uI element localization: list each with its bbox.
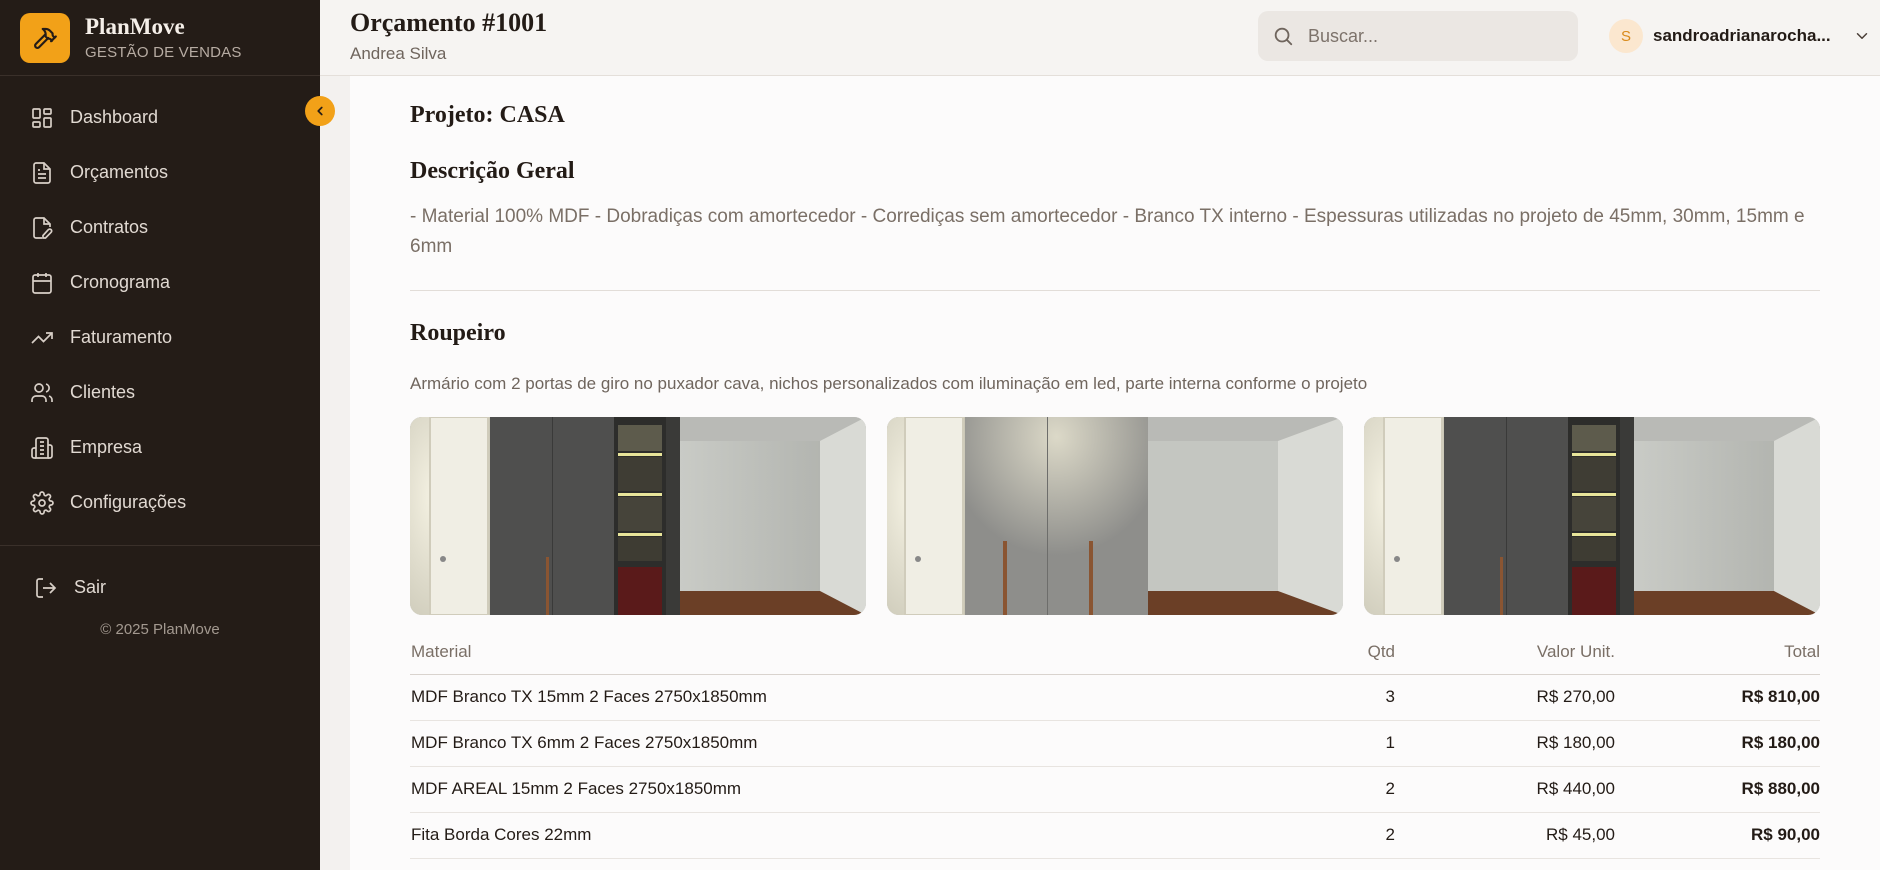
sidebar-nav: Dashboard Orçamentos Contratos Cronogram… bbox=[0, 76, 320, 530]
sidebar-item-dashboard[interactable]: Dashboard bbox=[0, 90, 320, 145]
dashboard-icon bbox=[32, 107, 52, 128]
copyright: © 2025 PlanMove bbox=[100, 621, 220, 638]
material-cell: MDF AREAL 15mm 2 Faces 2750x1850mm bbox=[410, 766, 1275, 813]
gear-icon bbox=[30, 490, 54, 515]
sidebar-item-label: Empresa bbox=[70, 437, 143, 457]
unit-price-cell: R$ 180,00 bbox=[1395, 720, 1615, 767]
qtd-cell: 3 bbox=[1275, 674, 1395, 721]
sidebar-item-clientes[interactable]: Clientes bbox=[0, 365, 320, 420]
contract-edit-icon bbox=[33, 216, 53, 239]
users-icon bbox=[31, 382, 53, 402]
qtd-cell: 1 bbox=[1275, 720, 1395, 767]
unit-price-cell: R$ 45,00 bbox=[1395, 812, 1615, 859]
qtd-cell: 2 bbox=[1275, 812, 1395, 859]
document-icon bbox=[33, 161, 51, 184]
column-header-unit-price: Valor Unit. bbox=[1395, 631, 1615, 675]
sidebar-item-label: Faturamento bbox=[70, 327, 173, 347]
item-title: Roupeiro bbox=[410, 320, 506, 346]
total-cell: R$ 880,00 bbox=[1615, 766, 1820, 813]
user-menu[interactable]: S sandroadrianarocha... bbox=[1609, 18, 1871, 54]
sidebar-item-label: Contratos bbox=[70, 217, 149, 237]
avatar: S bbox=[1609, 19, 1643, 53]
client-name: Andrea Silva bbox=[350, 44, 447, 63]
total-cell: R$ 90,00 bbox=[1615, 812, 1820, 859]
logout-button[interactable]: Sair bbox=[0, 560, 320, 615]
unit-price-cell: R$ 270,00 bbox=[1395, 674, 1615, 721]
general-description: - Material 100% MDF - Dobradiças com amo… bbox=[410, 206, 1805, 257]
total-cell: R$ 810,00 bbox=[1615, 674, 1820, 721]
search-input[interactable] bbox=[1308, 25, 1558, 47]
chevron-left-icon bbox=[317, 106, 323, 116]
sidebar-item-label: Orçamentos bbox=[70, 162, 169, 182]
column-header-total: Total bbox=[1615, 631, 1820, 675]
table-header-row: Material Qtd Valor Unit. Total bbox=[410, 631, 1820, 675]
sidebar-item-faturamento[interactable]: Faturamento bbox=[0, 310, 320, 365]
sidebar-item-empresa[interactable]: Empresa bbox=[0, 420, 320, 475]
item-description: Armário com 2 portas de giro no puxador … bbox=[410, 374, 1368, 393]
materials-table: Material Qtd Valor Unit. Total MDF Branc… bbox=[410, 631, 1820, 859]
qtd-cell: 2 bbox=[1275, 766, 1395, 813]
header: Orçamento #1001 Andrea Silva S sandroadr… bbox=[320, 0, 1880, 76]
material-cell: MDF Branco TX 6mm 2 Faces 2750x1850mm bbox=[410, 720, 1275, 767]
column-header-material: Material bbox=[410, 631, 1275, 675]
chevron-down-icon bbox=[1856, 33, 1868, 39]
sidebar-item-label: Dashboard bbox=[70, 107, 159, 127]
table-row: Fita Borda Cores 22mm 2 R$ 45,00 R$ 90,0… bbox=[410, 812, 1820, 859]
page-title: Orçamento #1001 bbox=[350, 8, 548, 37]
sidebar-item-contratos[interactable]: Contratos bbox=[0, 200, 320, 255]
project-render-image[interactable] bbox=[1364, 417, 1820, 615]
brand-name: PlanMove bbox=[85, 14, 185, 39]
column-header-qtd: Qtd bbox=[1275, 631, 1395, 675]
sidebar-item-label: Clientes bbox=[70, 382, 136, 402]
trending-up-icon bbox=[31, 331, 53, 344]
material-cell: Fita Borda Cores 22mm bbox=[410, 812, 1275, 859]
logout-icon bbox=[36, 577, 57, 598]
project-gallery bbox=[410, 417, 1820, 615]
search-box[interactable] bbox=[1258, 11, 1578, 61]
sidebar-item-label: Cronograma bbox=[70, 272, 171, 292]
hammer-icon bbox=[20, 12, 70, 63]
building-icon bbox=[31, 436, 53, 459]
project-render-image[interactable] bbox=[410, 417, 866, 615]
table-row: MDF Branco TX 6mm 2 Faces 2750x1850mm 1 … bbox=[410, 720, 1820, 767]
table-row: MDF AREAL 15mm 2 Faces 2750x1850mm 2 R$ … bbox=[410, 766, 1820, 813]
logout-label: Sair bbox=[74, 577, 107, 597]
brand: PlanMove GESTÃO DE VENDAS bbox=[0, 0, 320, 76]
project-title: Projeto: CASA bbox=[410, 102, 565, 128]
sidebar-item-label: Configurações bbox=[70, 492, 187, 512]
calendar-icon bbox=[32, 272, 52, 294]
brand-subtitle: GESTÃO DE VENDAS bbox=[85, 44, 242, 61]
sidebar-item-cronograma[interactable]: Cronograma bbox=[0, 255, 320, 310]
main-content: Projeto: CASA Descrição Geral - Material… bbox=[350, 76, 1880, 870]
table-row: MDF Branco TX 15mm 2 Faces 2750x1850mm 3… bbox=[410, 674, 1820, 721]
project-render-image[interactable] bbox=[887, 417, 1343, 615]
sidebar-collapse-button[interactable] bbox=[305, 96, 335, 126]
sidebar-item-configuracoes[interactable]: Configurações bbox=[0, 475, 320, 530]
material-cell: MDF Branco TX 15mm 2 Faces 2750x1850mm bbox=[410, 674, 1275, 721]
general-description-title: Descrição Geral bbox=[410, 158, 575, 184]
sidebar-item-orcamentos[interactable]: Orçamentos bbox=[0, 145, 320, 200]
user-name: sandroadrianarocha... bbox=[1653, 26, 1831, 45]
sidebar: PlanMove GESTÃO DE VENDAS Dashboard Orça… bbox=[0, 0, 320, 870]
sidebar-divider bbox=[0, 545, 320, 546]
unit-price-cell: R$ 440,00 bbox=[1395, 766, 1615, 813]
total-cell: R$ 180,00 bbox=[1615, 720, 1820, 767]
section-divider bbox=[410, 290, 1820, 291]
search-icon bbox=[1274, 27, 1293, 46]
